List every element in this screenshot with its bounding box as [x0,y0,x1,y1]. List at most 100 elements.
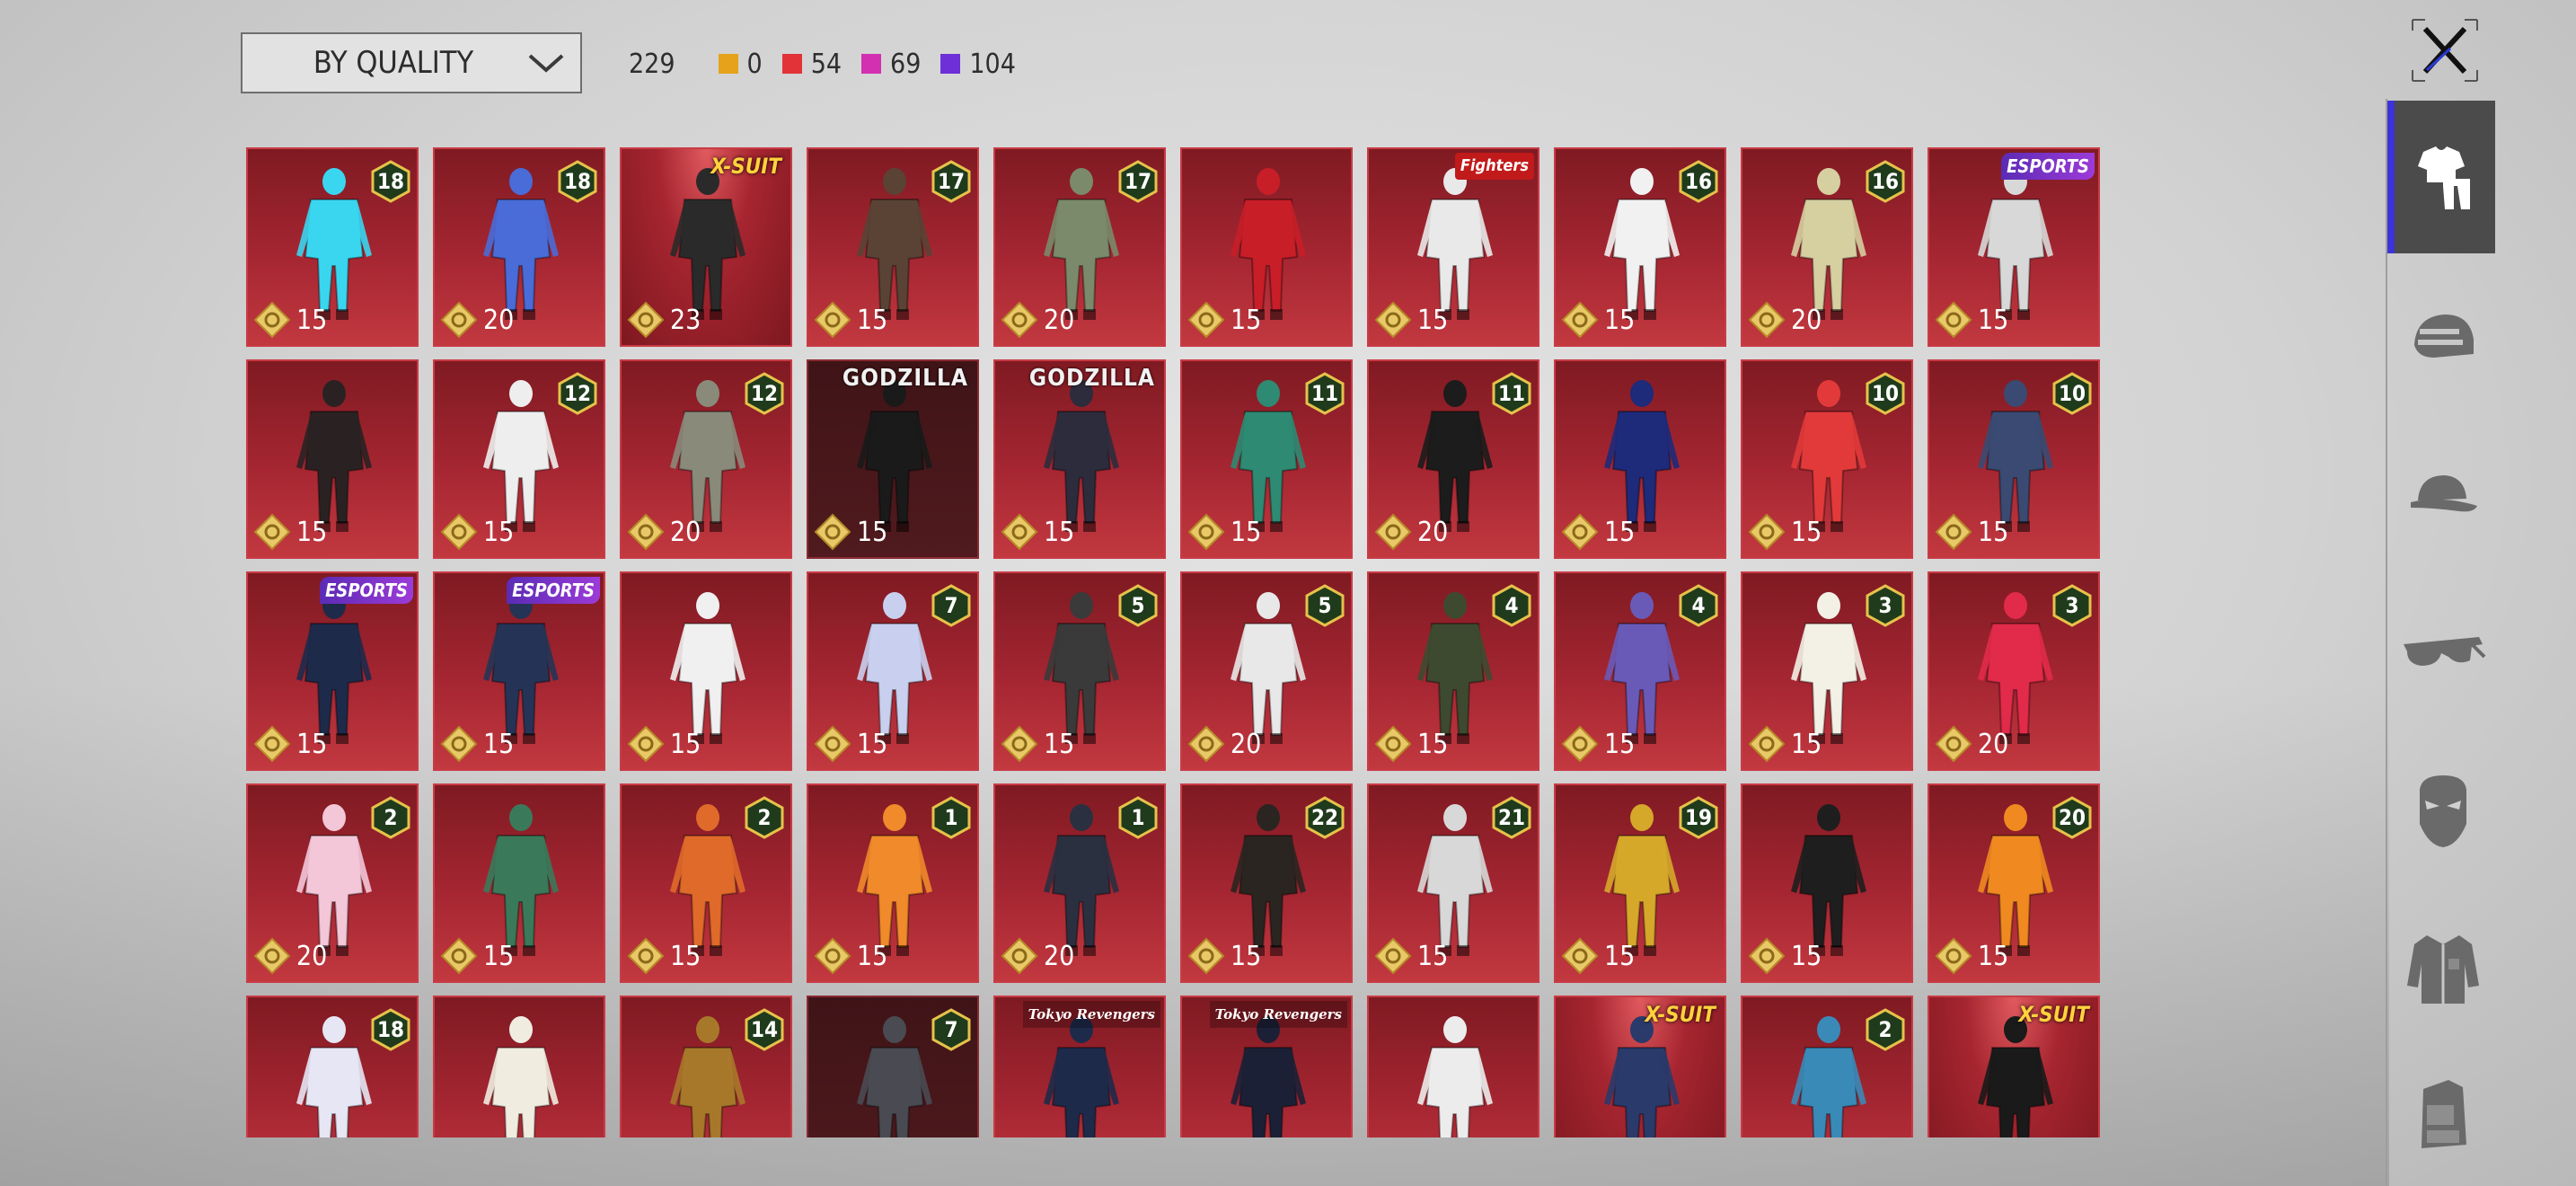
outfit-card[interactable]: Tokyo Revengers [993,996,1166,1137]
level-value: 11 [1310,381,1339,406]
level-value: 18 [376,169,405,194]
outfit-card[interactable]: 15 [1741,783,1913,983]
outfit-card[interactable]: 22 15 [1180,783,1353,983]
outfit-card[interactable]: 15 [620,571,792,771]
category-jacket-tab[interactable] [2389,893,2497,1046]
outfit-card[interactable] [1367,996,1539,1137]
outfit-card[interactable]: 12 20 [620,359,792,559]
cost-value: 15 [1044,516,1075,548]
outfit-card[interactable]: 7 [807,996,979,1137]
coupon-icon [1001,725,1038,763]
level-value: 21 [1497,805,1526,830]
outfit-card[interactable]: 16 15 [1554,147,1726,347]
item-cost: 15 [1561,512,1635,552]
outfit-card[interactable]: GODZILLA 15 [993,359,1166,559]
outfit-icon [2418,146,2470,209]
outfit-card[interactable]: ESPORTS 15 [433,571,605,771]
jacket-icon [2407,935,2479,1004]
level-badge: 12 [744,372,785,415]
category-outfit-tab[interactable] [2387,101,2495,253]
level-badge: 11 [1304,372,1345,415]
outfit-card[interactable]: 15 [1554,359,1726,559]
outfit-card[interactable]: 4 15 [1554,571,1726,771]
cost-value: 20 [1044,940,1075,972]
outfit-card[interactable]: X-SUIT 23 [620,147,792,347]
item-cost: 20 [1001,936,1074,976]
close-button[interactable] [2407,16,2483,84]
outfit-card[interactable]: 14 [620,996,792,1137]
sort-dropdown[interactable]: BY QUALITY [241,32,582,93]
level-value: 7 [944,1017,958,1042]
outfit-card[interactable]: GODZILLA 15 [807,359,979,559]
outfit-card[interactable]: 15 [433,783,605,983]
outfit-card[interactable]: 15 [246,359,419,559]
category-backpack-tab[interactable] [2389,1051,2497,1177]
outfit-card[interactable]: Fighters 15 [1367,147,1539,347]
outfit-card[interactable]: 7 15 [807,571,979,771]
category-helmet-tab[interactable] [2389,262,2497,415]
outfit-card[interactable]: 1 20 [993,783,1166,983]
sidebar-divider [2386,99,2387,1186]
helmet-icon [2414,314,2474,358]
outfit-card[interactable]: 18 15 [246,147,419,347]
outfit-card[interactable]: 10 15 [1928,359,2100,559]
category-glasses-tab[interactable] [2389,577,2497,730]
cost-value: 15 [670,728,701,760]
outfit-card[interactable]: 12 15 [433,359,605,559]
outfit-card[interactable]: 17 15 [807,147,979,347]
outfit-card[interactable]: ESPORTS 15 [1928,147,2100,347]
outfit-card[interactable]: 1 15 [807,783,979,983]
cost-value: 15 [670,940,701,972]
item-cost: 15 [1748,936,1822,976]
glasses-icon [2404,637,2486,666]
cost-value: 15 [1604,304,1636,336]
level-value: 12 [563,381,592,406]
level-badge: 14 [744,1008,785,1051]
outfit-card[interactable]: 20 15 [1928,783,2100,983]
level-value: 4 [1504,593,1519,618]
outfit-card[interactable]: 3 20 [1928,571,2100,771]
category-mask-tab[interactable] [2389,735,2497,888]
outfit-card[interactable]: ESPORTS 15 [246,571,419,771]
outfit-card[interactable]: 2 15 [620,783,792,983]
cost-value: 15 [1417,940,1449,972]
item-cost: 15 [627,724,701,764]
outfit-card[interactable]: 2 20 [246,783,419,983]
outfit-card[interactable]: 21 15 [1367,783,1539,983]
outfit-card[interactable]: Tokyo Revengers [1180,996,1353,1137]
cost-value: 15 [1417,304,1449,336]
outfit-card[interactable]: 2 [1741,996,1913,1137]
coupon-icon [627,937,665,975]
level-badge: 18 [557,160,598,203]
item-cost: 15 [1374,936,1448,976]
category-cap-tab[interactable] [2389,419,2497,571]
outfit-card[interactable]: 18 [246,996,419,1137]
level-badge: 2 [1865,1008,1906,1051]
outfit-card[interactable]: 4 15 [1367,571,1539,771]
item-cost: 15 [253,724,327,764]
outfit-card[interactable]: 3 15 [1741,571,1913,771]
outfit-card[interactable]: 11 15 [1180,359,1353,559]
outfit-card[interactable]: X-SUIT [1928,996,2100,1137]
outfit-card[interactable]: 16 20 [1741,147,1913,347]
outfit-card[interactable]: 5 15 [993,571,1166,771]
level-value: 3 [2065,593,2079,618]
level-badge: 12 [557,372,598,415]
outfit-card[interactable] [433,996,605,1137]
outfit-card[interactable]: 17 20 [993,147,1166,347]
sort-dropdown-label: BY QUALITY [313,45,474,81]
backpack-icon [2422,1080,2466,1148]
outfit-card[interactable]: 11 20 [1367,359,1539,559]
outfit-card[interactable]: 10 15 [1741,359,1913,559]
coupon-icon [440,937,478,975]
outfit-card[interactable]: 5 20 [1180,571,1353,771]
level-value: 14 [750,1017,779,1042]
outfit-card[interactable]: 18 20 [433,147,605,347]
level-badge: 2 [744,796,785,839]
outfit-card[interactable]: 15 [1180,147,1353,347]
character-figure [483,1016,559,1137]
outfit-card[interactable]: X-SUIT [1554,996,1726,1137]
item-cost: 15 [253,512,327,552]
cost-value: 15 [483,728,515,760]
outfit-card[interactable]: 19 15 [1554,783,1726,983]
